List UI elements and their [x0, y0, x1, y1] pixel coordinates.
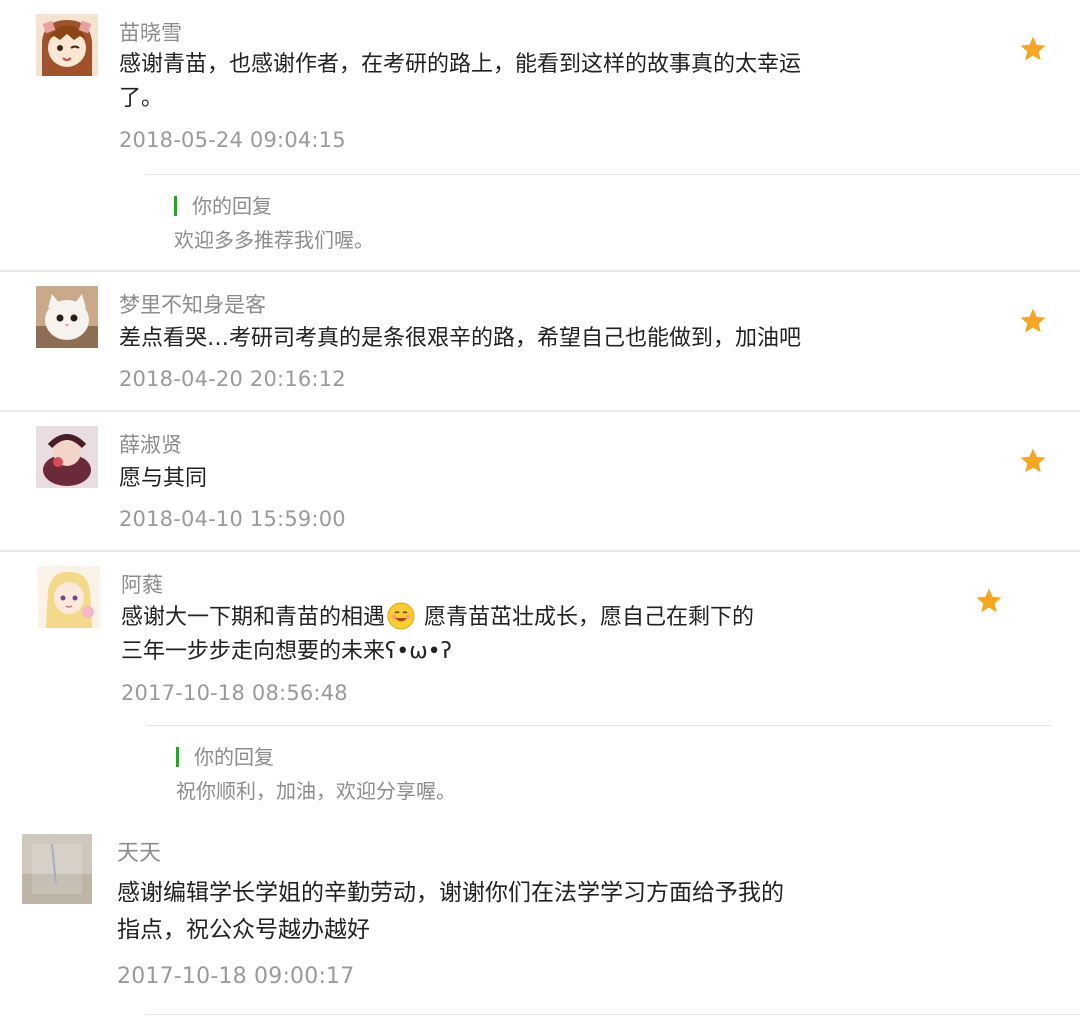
star-icon[interactable] — [1018, 446, 1048, 476]
comment-time: 2017-10-18 09:00:17 — [117, 964, 355, 989]
comment-nickname: 薛淑贤 — [119, 433, 182, 457]
comment-text: 差点看哭…考研司考真的是条很艰辛的路，希望自己也能做到，加油吧 — [119, 326, 802, 351]
comment-item: 苗晓雪 感谢青苗，也感谢作者，在考研的路上，能看到这样的故事真的太幸运 了。 2… — [0, 0, 1080, 270]
smiling-face-emoji — [387, 602, 415, 630]
comment-text-part: 愿青苗茁壮成长，愿自己在剩下的 — [424, 605, 755, 630]
comment-nickname: 梦里不知身是客 — [119, 293, 266, 317]
comment-nickname: 苗晓雪 — [119, 21, 182, 45]
reply-indicator — [176, 747, 179, 767]
star-icon[interactable] — [974, 586, 1004, 616]
comment-text: 感谢大一下期和青苗的相遇 愿青苗茁壮成长，愿自己在剩下的 — [121, 601, 754, 635]
reply-indicator — [174, 196, 177, 216]
reply-text: 祝你顺利，加油，欢迎分享喔。 — [176, 779, 456, 803]
star-icon[interactable] — [1018, 306, 1048, 336]
comment-text: 感谢青苗，也感谢作者，在考研的路上，能看到这样的故事真的太幸运 — [119, 52, 802, 77]
reply-separator — [147, 725, 1052, 726]
comment-item: 薛淑贤 愿与其同 2018-04-10 15:59:00 — [0, 412, 1080, 550]
comment-text: 愿与其同 — [119, 466, 208, 491]
comment-text-part: 感谢大一下期和青苗的相遇 — [121, 605, 386, 630]
reply-label: 你的回复 — [194, 745, 274, 769]
avatar[interactable] — [22, 834, 92, 904]
comment-item: 阿蕤 感谢大一下期和青苗的相遇 愿青苗茁壮成长，愿自己在剩下的 三年一步步走向想… — [0, 552, 1080, 824]
avatar[interactable] — [36, 14, 98, 76]
avatar[interactable] — [38, 566, 100, 628]
comment-time: 2018-05-24 09:04:15 — [119, 128, 346, 152]
comment-text: 感谢编辑学长学姐的辛勤劳动，谢谢你们在法学学习方面给予我的 — [117, 880, 784, 906]
reply-separator — [145, 174, 1080, 175]
comment-nickname: 阿蕤 — [121, 573, 163, 597]
comment-item: 天天 感谢编辑学长学姐的辛勤劳动，谢谢你们在法学学习方面给予我的 指点，祝公众号… — [0, 824, 1080, 1018]
reply-label: 你的回复 — [192, 194, 272, 218]
avatar[interactable] — [36, 286, 98, 348]
comment-bottom-separator — [145, 1014, 1080, 1015]
avatar[interactable] — [36, 426, 98, 488]
comment-text: 指点，祝公众号越办越好 — [117, 917, 370, 943]
comment-time: 2017-10-18 08:56:48 — [121, 681, 348, 705]
reply-text: 欢迎多多推荐我们喔。 — [174, 228, 374, 252]
comment-item: 梦里不知身是客 差点看哭…考研司考真的是条很艰辛的路，希望自己也能做到，加油吧 … — [0, 272, 1080, 410]
star-icon[interactable] — [1018, 34, 1048, 64]
comment-time: 2018-04-20 20:16:12 — [119, 367, 346, 391]
comment-time: 2018-04-10 15:59:00 — [119, 507, 346, 531]
comment-nickname: 天天 — [117, 841, 162, 866]
comment-text: 三年一步步走向想要的未来ʕ•ω•ʔ — [121, 639, 452, 664]
comment-text: 了。 — [119, 86, 164, 111]
